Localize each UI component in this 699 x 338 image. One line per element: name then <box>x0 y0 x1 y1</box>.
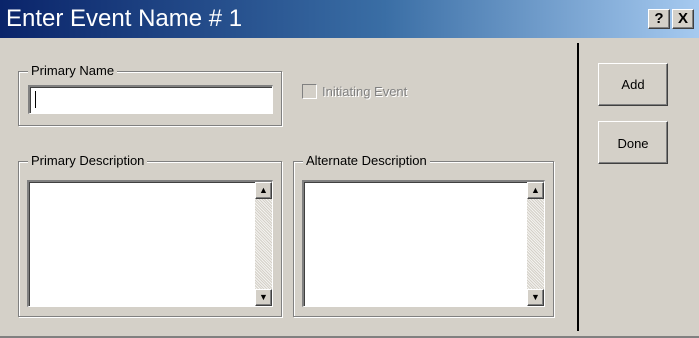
alternate-description-scrollbar[interactable]: ▲ ▼ <box>527 182 544 306</box>
title-bar[interactable]: Enter Event Name # 1 ? X <box>0 0 699 38</box>
text-caret <box>35 91 36 108</box>
help-button[interactable]: ? <box>648 9 670 29</box>
initiating-event-label: Initiating Event <box>322 84 408 99</box>
primary-description-scrollbar[interactable]: ▲ ▼ <box>255 182 272 306</box>
window-title: Enter Event Name # 1 <box>6 5 243 32</box>
scroll-down-icon[interactable]: ▼ <box>255 289 272 306</box>
add-button[interactable]: Add <box>598 63 668 106</box>
alternate-description-legend: Alternate Description <box>303 153 430 169</box>
scroll-up-icon[interactable]: ▲ <box>527 182 544 199</box>
checkbox-box[interactable] <box>302 84 317 99</box>
scroll-up-icon[interactable]: ▲ <box>255 182 272 199</box>
vertical-divider <box>577 43 579 331</box>
primary-name-group: Primary Name <box>18 63 282 126</box>
primary-name-legend: Primary Name <box>28 63 118 79</box>
done-button[interactable]: Done <box>598 121 668 164</box>
close-button[interactable]: X <box>672 9 694 29</box>
primary-description-legend: Primary Description <box>28 153 148 169</box>
alternate-description-group: Alternate Description ▲ ▼ <box>293 153 554 317</box>
primary-description-group: Primary Description ▲ ▼ <box>18 153 282 317</box>
scroll-down-icon[interactable]: ▼ <box>527 289 544 306</box>
alternate-description-textarea[interactable]: ▲ ▼ <box>302 180 545 307</box>
primary-description-textarea[interactable]: ▲ ▼ <box>27 180 273 307</box>
primary-name-input[interactable] <box>28 85 273 114</box>
